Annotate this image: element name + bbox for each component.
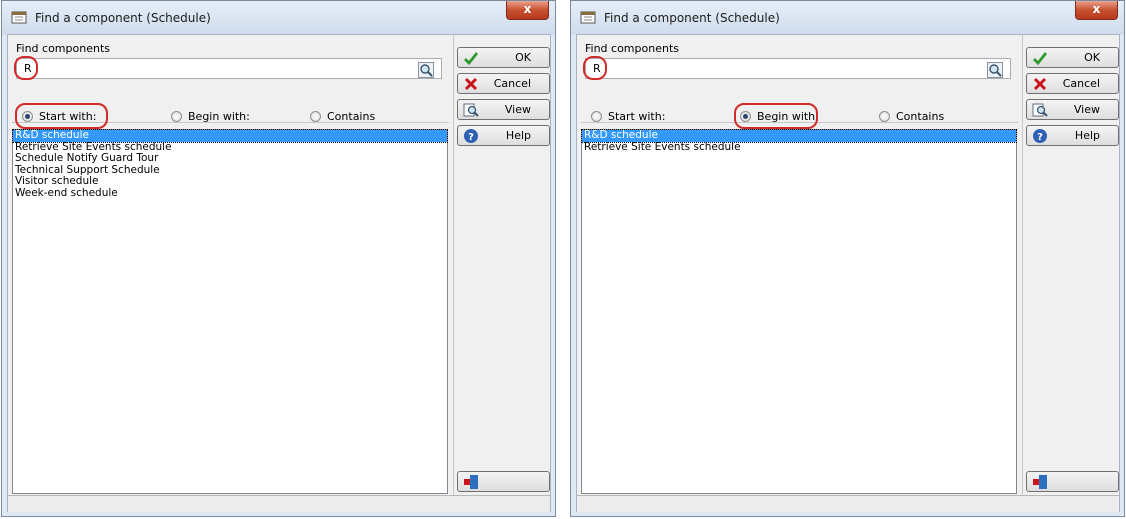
radio-contains[interactable]: Contains bbox=[310, 107, 375, 125]
find-components-group: Find components Start with: Begin with: … bbox=[581, 42, 1018, 129]
radio-button[interactable] bbox=[591, 110, 602, 122]
search-input[interactable] bbox=[16, 58, 442, 79]
list-item[interactable]: Retrieve Site Events schedule bbox=[13, 142, 447, 154]
svg-text:?: ? bbox=[1037, 132, 1043, 143]
search-input[interactable] bbox=[585, 58, 1011, 79]
exit-door-icon bbox=[464, 475, 478, 489]
button-panel: OK Cancel View ? Help bbox=[453, 35, 553, 495]
close-icon: x bbox=[523, 2, 532, 16]
radio-label: Start with: bbox=[608, 109, 666, 123]
button-panel: OK Cancel View ? Help bbox=[1022, 35, 1122, 495]
highlight-begin-with bbox=[734, 103, 818, 129]
radio-button[interactable] bbox=[879, 110, 890, 122]
list-item[interactable]: Technical Support Schedule bbox=[13, 165, 447, 177]
view-button[interactable]: View bbox=[457, 99, 550, 120]
group-label: Find components bbox=[16, 42, 110, 55]
radio-label: Contains bbox=[896, 109, 945, 123]
svg-text:?: ? bbox=[468, 132, 474, 143]
results-list[interactable]: R&D schedule Retrieve Site Events schedu… bbox=[12, 129, 448, 494]
schedule-calendar-icon bbox=[11, 11, 27, 24]
exit-button[interactable] bbox=[1026, 471, 1119, 492]
title-bar[interactable]: Find a component (Schedule) x bbox=[2, 1, 555, 35]
group-label: Find components bbox=[585, 42, 679, 55]
list-item[interactable]: Week-end schedule bbox=[13, 188, 447, 200]
list-item[interactable]: Retrieve Site Events schedule bbox=[582, 142, 1016, 154]
view-icon bbox=[1032, 103, 1048, 117]
cancel-button[interactable]: Cancel bbox=[457, 73, 550, 94]
help-icon: ? bbox=[1033, 129, 1047, 143]
check-icon bbox=[1033, 52, 1048, 66]
schedule-calendar-icon bbox=[580, 11, 596, 24]
ok-button[interactable]: OK bbox=[457, 47, 550, 68]
cross-icon bbox=[1033, 77, 1047, 91]
exit-button[interactable] bbox=[457, 471, 550, 492]
results-list[interactable]: R&D schedule Retrieve Site Events schedu… bbox=[581, 129, 1017, 494]
status-bar bbox=[8, 495, 550, 512]
ok-button[interactable]: OK bbox=[1026, 47, 1119, 68]
window-title: Find a component (Schedule) bbox=[604, 11, 780, 25]
help-button[interactable]: ? Help bbox=[1026, 125, 1119, 146]
highlight-search-value bbox=[583, 56, 607, 80]
list-item[interactable]: Visitor schedule bbox=[13, 176, 447, 188]
cross-icon bbox=[464, 77, 478, 91]
radio-label: Begin with: bbox=[188, 109, 250, 123]
cancel-button[interactable]: Cancel bbox=[1026, 73, 1119, 94]
view-button[interactable]: View bbox=[1026, 99, 1119, 120]
exit-door-icon bbox=[1033, 475, 1047, 489]
close-button[interactable]: x bbox=[1075, 1, 1118, 20]
radio-contains[interactable]: Contains bbox=[879, 107, 944, 125]
list-item[interactable]: R&D schedule bbox=[12, 129, 448, 143]
list-item[interactable]: Schedule Notify Guard Tour bbox=[13, 153, 447, 165]
highlight-search-value bbox=[14, 56, 38, 80]
radio-label: Contains bbox=[327, 109, 376, 123]
search-icon[interactable] bbox=[987, 62, 1003, 78]
search-icon[interactable] bbox=[418, 62, 434, 78]
view-icon bbox=[463, 103, 479, 117]
find-component-dialog-begin-with: Find a component (Schedule) x Find compo… bbox=[570, 0, 1125, 517]
radio-begin-with[interactable]: Begin with: bbox=[171, 107, 250, 125]
close-icon: x bbox=[1092, 2, 1101, 16]
find-component-dialog-start-with: Find a component (Schedule) x Find compo… bbox=[1, 0, 556, 517]
radio-button[interactable] bbox=[171, 110, 182, 122]
highlight-start-with bbox=[15, 103, 108, 129]
list-item[interactable]: R&D schedule bbox=[581, 129, 1017, 143]
title-bar[interactable]: Find a component (Schedule) x bbox=[571, 1, 1124, 35]
dialog-client-area: Find components Start with: Begin with: … bbox=[7, 34, 551, 512]
close-button[interactable]: x bbox=[506, 1, 549, 20]
check-icon bbox=[464, 52, 479, 66]
find-components-group: Find components Start with: Begin with: … bbox=[12, 42, 449, 129]
help-button[interactable]: ? Help bbox=[457, 125, 550, 146]
window-title: Find a component (Schedule) bbox=[35, 11, 211, 25]
status-bar bbox=[577, 495, 1119, 512]
radio-start-with[interactable]: Start with: bbox=[591, 107, 665, 125]
help-icon: ? bbox=[464, 129, 478, 143]
dialog-client-area: Find components Start with: Begin with: … bbox=[576, 34, 1120, 512]
radio-button[interactable] bbox=[310, 110, 321, 122]
